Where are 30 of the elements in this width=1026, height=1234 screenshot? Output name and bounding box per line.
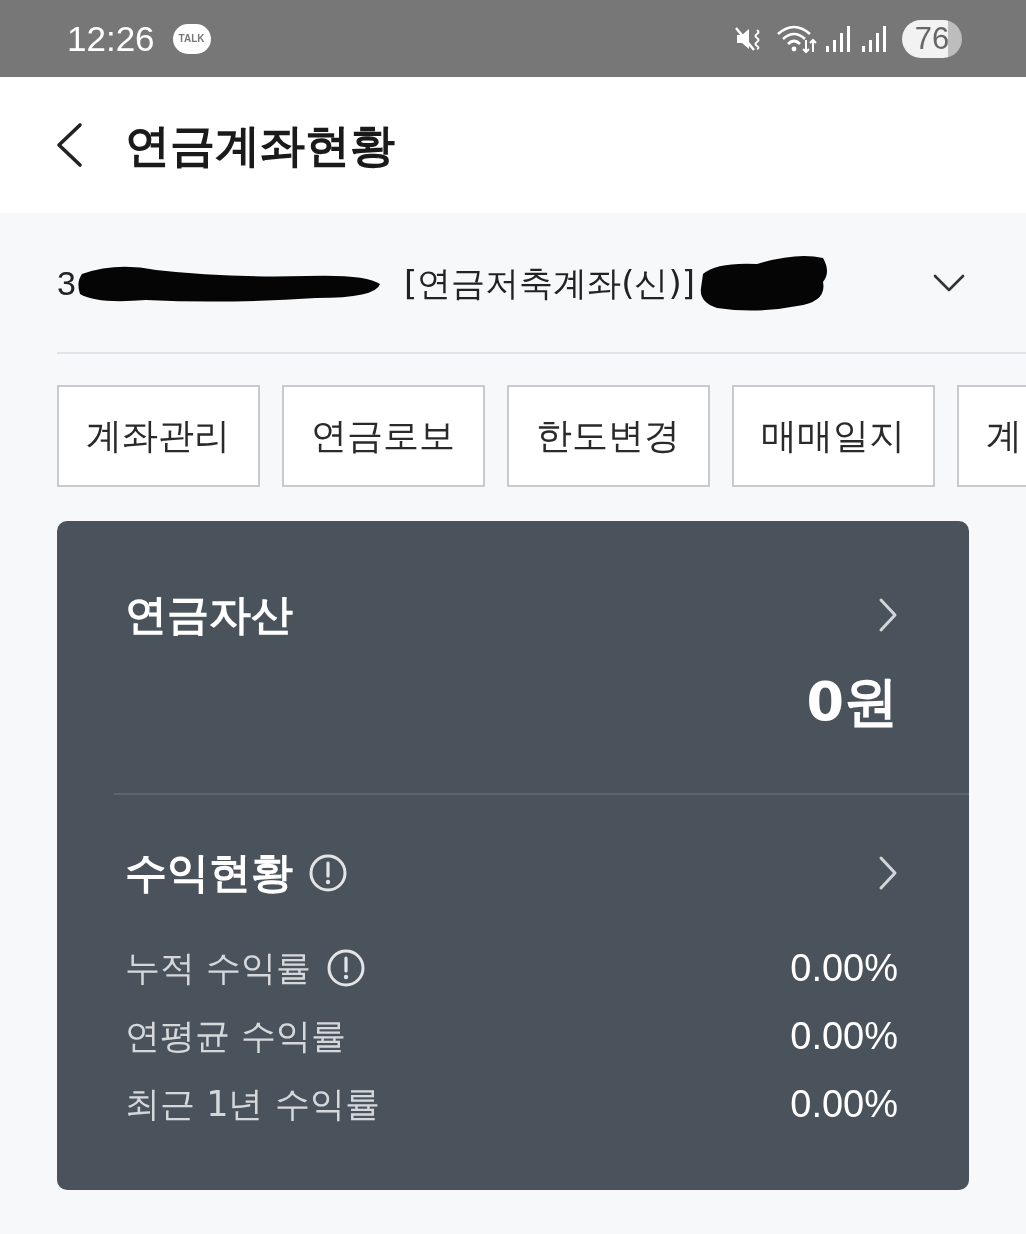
battery-indicator: 76 [902,19,962,58]
chevron-right-icon [878,855,898,891]
signal-icon [860,23,888,54]
chevron-down-icon [933,273,965,292]
return-label: 최근 1년 수익률 [125,1086,380,1122]
account-type: [연금저축계좌(신)] [403,265,695,300]
wifi-icon [776,23,818,54]
info-icon[interactable] [327,949,366,987]
menu-button[interactable]: 매매일지 [732,385,935,487]
info-icon[interactable] [309,854,347,892]
return-value: 0.00% [790,949,898,987]
back-button[interactable] [55,121,85,169]
menu-button[interactable]: 계좌관리 [57,385,260,487]
page-title: 연금계좌현황 [125,122,395,168]
menu-button[interactable]: 연금로보 [282,385,485,487]
asset-amount: 0원 [806,675,898,729]
return-label: 연평균 수익률 [125,1018,347,1054]
account-number: 3 [57,265,76,300]
signal-icon [824,23,852,54]
back-icon [55,122,83,168]
chevron-right-icon [878,597,898,633]
status-time: 12:26 [67,21,155,56]
return-value: 0.00% [790,1085,898,1123]
return-label: 누적 수익률 [125,950,312,986]
asset-title: 연금자산 [125,594,293,636]
talk-badge: TALK [172,23,211,54]
returns-title: 수익현황 [125,852,293,894]
menu-button[interactable]: 계 [957,385,1026,487]
return-value: 0.00% [790,1017,898,1055]
menu-button[interactable]: 한도변경 [507,385,710,487]
